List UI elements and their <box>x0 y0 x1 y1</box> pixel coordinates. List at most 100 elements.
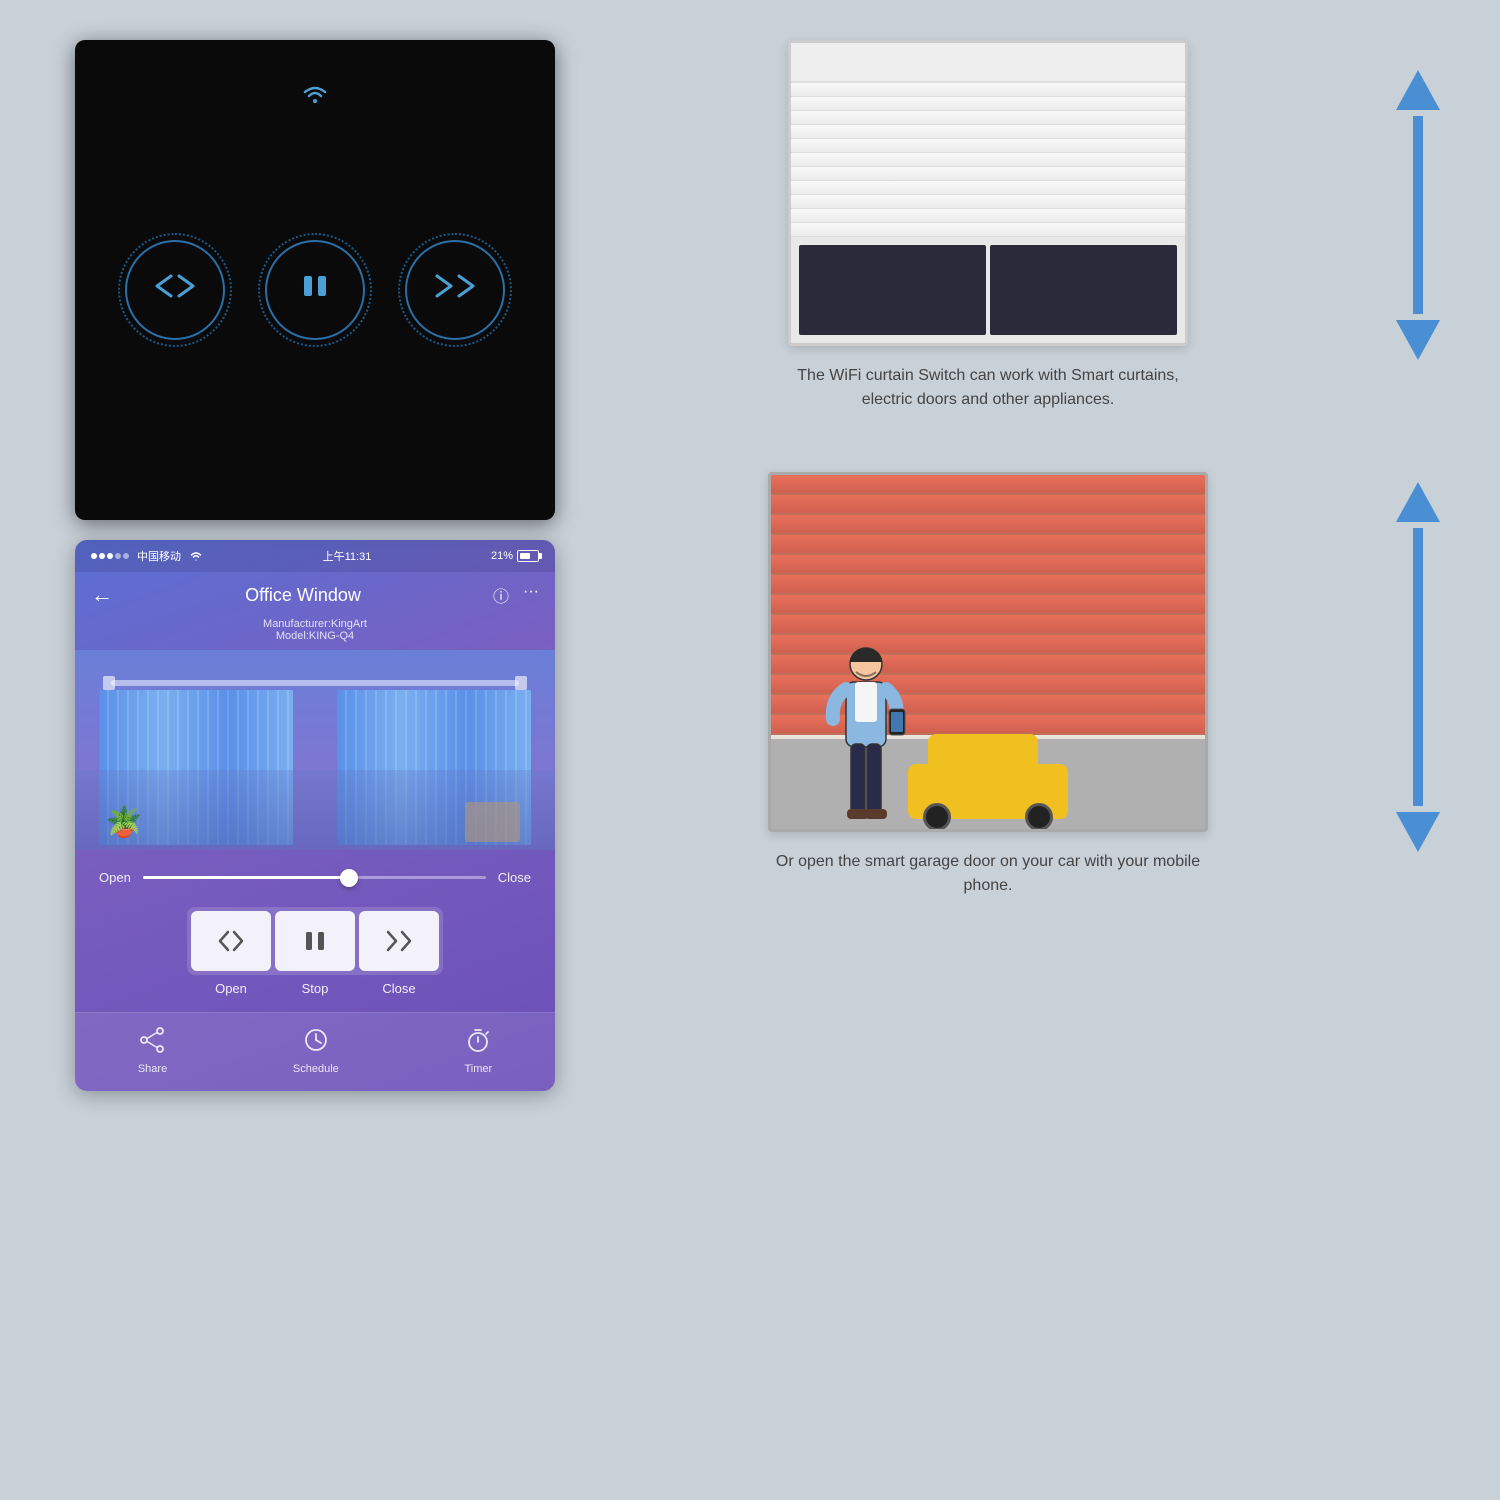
garage-slatrow <box>771 475 1205 495</box>
app-close-button[interactable] <box>359 911 439 971</box>
slider-track[interactable] <box>143 876 486 879</box>
app-stop-button[interactable] <box>275 911 355 971</box>
signal-dots <box>91 553 129 559</box>
signal-dot-1 <box>91 553 97 559</box>
room-plant-icon: 🪴 <box>105 805 142 840</box>
room-table <box>465 802 520 842</box>
garage-slatrow <box>771 515 1205 535</box>
phone-screen: 中国移动 上午11:31 21% ← Office Window <box>75 540 555 1091</box>
garage-up-arrow-icon <box>1396 482 1440 522</box>
close-btn-label: Close <box>359 981 439 996</box>
battery-icon <box>517 550 539 562</box>
shutter-slatrow <box>791 181 1185 195</box>
car-wheel-left <box>923 803 951 831</box>
signal-dot-3 <box>107 553 113 559</box>
left-column: 中国移动 上午11:31 21% ← Office Window <box>75 40 555 1091</box>
shutter-slatrow <box>791 97 1185 111</box>
slider-fill <box>143 876 349 879</box>
back-button[interactable]: ← <box>91 582 113 608</box>
share-label: Share <box>138 1063 167 1075</box>
timer-icon <box>465 1027 491 1059</box>
nav-share[interactable]: Share <box>138 1027 167 1075</box>
shutter-slatrow <box>791 153 1185 167</box>
ctrl-btn-labels-row: Open Stop Close <box>191 975 439 996</box>
control-buttons-row <box>187 907 443 975</box>
open-btn-label: Open <box>191 981 271 996</box>
shutter-section: The WiFi curtain Switch can work with Sm… <box>620 40 1440 412</box>
model-label: Model:KING-Q4 <box>75 630 555 642</box>
bottom-nav: Share Schedule <box>75 1012 555 1091</box>
wifi-icon <box>299 80 331 112</box>
carrier-label: 中国移动 <box>137 548 181 564</box>
shutter-slatrow <box>791 223 1185 237</box>
car-top <box>928 734 1038 769</box>
garage-slatrow <box>771 615 1205 635</box>
info-icon[interactable]: ⓘ <box>493 583 509 607</box>
shutter-slatrow <box>791 167 1185 181</box>
shutter-glass-right <box>990 245 1177 335</box>
slider-open-label: Open <box>99 870 131 885</box>
car-body <box>908 764 1068 819</box>
shutter-slatrow <box>791 139 1185 153</box>
stop-btn-label: Stop <box>275 981 355 996</box>
garage-down-arrow-icon <box>1396 812 1440 852</box>
garage-arrow-shaft <box>1413 528 1423 806</box>
nav-schedule[interactable]: Schedule <box>293 1027 339 1075</box>
switch-buttons-row <box>125 240 505 340</box>
garage-slatrow <box>771 595 1205 615</box>
shutter-glass-left <box>799 245 986 335</box>
status-left: 中国移动 <box>91 548 203 564</box>
panel-stop-button[interactable] <box>265 240 365 340</box>
up-arrow-icon <box>1396 70 1440 110</box>
more-icon[interactable]: ··· <box>523 583 539 607</box>
phone-header: ← Office Window ⓘ ··· <box>75 572 555 618</box>
status-bar: 中国移动 上午11:31 21% <box>75 540 555 572</box>
shutter-slats <box>791 83 1185 237</box>
signal-dot-2 <box>99 553 105 559</box>
app-title: Office Window <box>245 585 361 606</box>
down-arrow-icon <box>1396 320 1440 360</box>
app-open-button[interactable] <box>191 911 271 971</box>
manufacturer-label: Manufacturer:KingArt <box>75 618 555 630</box>
signal-dot-4 <box>115 553 121 559</box>
shutter-slatrow <box>791 195 1185 209</box>
curtain-rail <box>111 680 519 686</box>
slider-close-label: Close <box>498 870 531 885</box>
car-illustration <box>908 764 1068 819</box>
garage-slatrow <box>771 495 1205 515</box>
car-wheel-right <box>1025 803 1053 831</box>
garage-arrows <box>1396 472 1440 852</box>
garage-slatrow <box>771 555 1205 575</box>
panel-close-button[interactable] <box>405 240 505 340</box>
switch-panel <box>75 40 555 520</box>
garage-container: Or open the smart garage door on your ca… <box>620 472 1356 898</box>
arrow-shaft <box>1413 116 1423 314</box>
shutter-slatrow <box>791 111 1185 125</box>
shutter-slatrow <box>791 209 1185 223</box>
timer-label: Timer <box>464 1063 492 1075</box>
garage-caption: Or open the smart garage door on your ca… <box>768 850 1208 898</box>
garage-section: Or open the smart garage door on your ca… <box>620 472 1440 898</box>
shutter-housing <box>791 43 1185 83</box>
shutter-arrows <box>1396 40 1440 360</box>
curtain-illustration: 🪴 <box>75 650 555 850</box>
garage-slatrow <box>771 535 1205 555</box>
nav-timer[interactable]: Timer <box>464 1027 492 1075</box>
slider-thumb[interactable] <box>340 869 358 887</box>
control-section: Open Stop Close <box>75 897 555 1012</box>
schedule-label: Schedule <box>293 1063 339 1075</box>
garage-slatrow <box>771 575 1205 595</box>
panel-open-button[interactable] <box>125 240 225 340</box>
wifi-status-icon <box>189 550 203 562</box>
battery-label: 21% <box>491 550 513 562</box>
time-display: 上午11:31 <box>323 548 372 564</box>
person-svg <box>821 644 911 824</box>
shutter-window <box>791 237 1185 343</box>
schedule-icon <box>303 1027 329 1059</box>
share-icon <box>140 1027 166 1059</box>
garage-floor <box>771 739 1205 829</box>
battery-area: 21% <box>491 550 539 562</box>
garage-frame <box>768 472 1208 832</box>
person-illustration <box>821 644 911 829</box>
curtain-slider-section: Open Close <box>75 850 555 897</box>
